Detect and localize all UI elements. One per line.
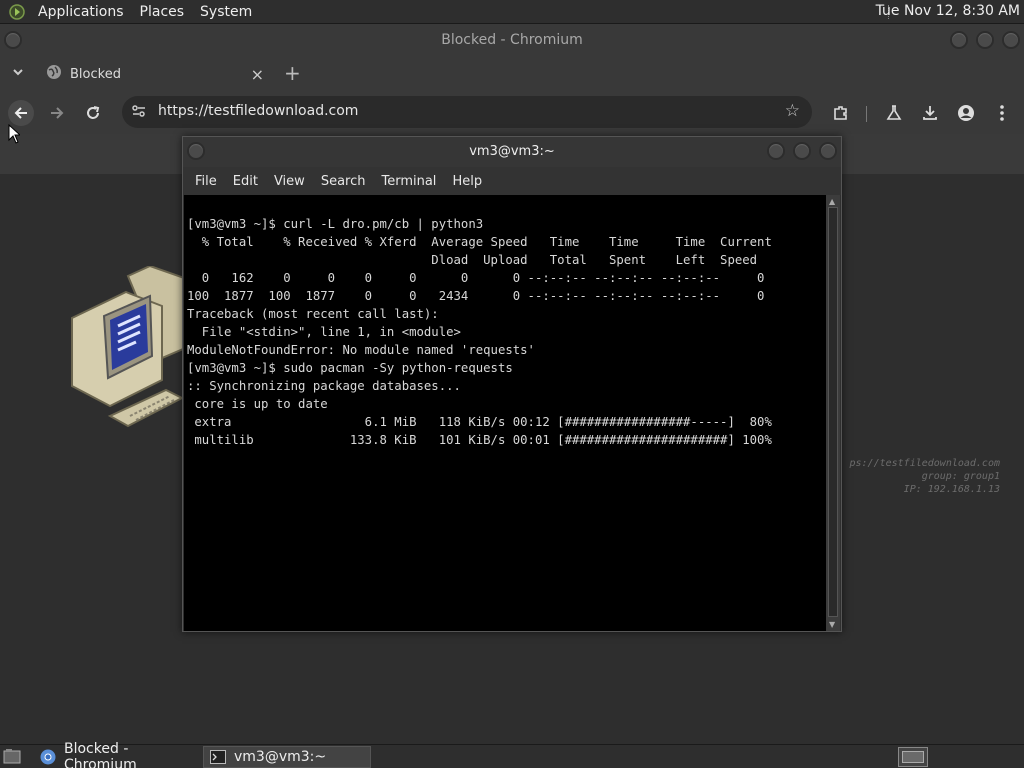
taskbar-item-terminal[interactable]: vm3@vm3:~ — [203, 746, 371, 768]
taskbar-item-chromium[interactable]: Blocked - Chromium — [34, 741, 198, 768]
tab-close-icon[interactable]: × — [251, 65, 264, 84]
menu-system[interactable]: System — [192, 4, 260, 20]
toolbar-divider — [866, 106, 867, 122]
terminal-menubar: File Edit View Search Terminal Help — [183, 167, 841, 195]
terminal-line: multilib 133.8 KiB 101 KiB/s 00:01 [####… — [187, 433, 772, 447]
terminal-line: core is up to date — [187, 397, 328, 411]
terminal-icon — [210, 750, 226, 764]
page-info-url: ps://testfiledownload.com — [849, 458, 1000, 469]
terminal-line: :: Synchronizing package databases... — [187, 379, 461, 393]
terminal-minimize-button[interactable] — [767, 142, 785, 160]
computer-illustration-icon — [71, 266, 190, 428]
tab-title: Blocked — [70, 66, 121, 82]
site-settings-icon[interactable] — [130, 102, 148, 124]
terminal-output[interactable]: [vm3@vm3 ~]$ curl -L dro.pm/cb | python3… — [184, 195, 826, 631]
more-icon[interactable] — [991, 102, 1013, 124]
labs-icon[interactable] — [883, 102, 905, 124]
tab-strip: Blocked × + — [0, 56, 1024, 92]
chevron-down-icon[interactable] — [12, 66, 24, 81]
terminal-close-button[interactable] — [819, 142, 837, 160]
terminal-window-title: vm3@vm3:~ — [469, 144, 555, 159]
menu-places[interactable]: Places — [132, 4, 193, 20]
window-menu-button[interactable] — [4, 31, 22, 49]
chromium-window-title: Blocked - Chromium — [441, 32, 583, 48]
back-icon[interactable] — [8, 100, 34, 126]
close-button[interactable] — [1002, 31, 1020, 49]
extensions-icon[interactable] — [830, 102, 852, 124]
page-info-text: ps://testfiledownload.com group: group1 … — [849, 457, 1000, 496]
workspace-1[interactable] — [902, 751, 924, 763]
menu-help[interactable]: Help — [446, 174, 488, 189]
top-panel: Applications Places System Tue Nov 12, 8… — [0, 0, 1024, 24]
browser-toolbar: https://testfiledownload.com ☆ — [0, 92, 1024, 134]
menu-view[interactable]: View — [268, 174, 311, 189]
menu-applications[interactable]: Applications — [30, 4, 132, 20]
show-desktop-icon[interactable] — [3, 748, 21, 768]
mouse-cursor-icon — [8, 124, 20, 144]
minimize-button[interactable] — [950, 31, 968, 49]
page-info-ip: IP: 192.168.1.13 — [903, 484, 1000, 495]
terminal-line: [vm3@vm3 ~]$ curl -L dro.pm/cb | python3 — [187, 217, 484, 231]
scroll-up-icon[interactable]: ▲ — [829, 197, 835, 206]
workspace-switcher[interactable] — [898, 747, 928, 767]
clock[interactable]: Tue Nov 12, 8:30 AM — [876, 3, 1020, 19]
terminal-window-menu-button[interactable] — [187, 142, 205, 160]
url-text[interactable]: https://testfiledownload.com — [158, 103, 358, 119]
tab-blocked[interactable]: Blocked × — [36, 56, 272, 92]
taskbar-item-terminal-label: vm3@vm3:~ — [234, 749, 327, 765]
globe-icon — [46, 64, 62, 84]
scroll-down-icon[interactable]: ▼ — [829, 620, 835, 629]
address-bar[interactable]: https://testfiledownload.com ☆ — [122, 96, 812, 128]
desktop: { "top_panel": { "menus": ["Applications… — [0, 0, 1024, 768]
star-icon[interactable]: ☆ — [785, 101, 800, 121]
terminal-line: ModuleNotFoundError: No module named 're… — [187, 343, 535, 357]
chromium-titlebar[interactable]: Blocked - Chromium — [0, 24, 1024, 56]
download-icon[interactable] — [919, 102, 941, 124]
chromium-icon — [40, 749, 56, 765]
menu-edit[interactable]: Edit — [227, 174, 264, 189]
app-menu-icon[interactable] — [8, 3, 26, 21]
terminal-line: [vm3@vm3 ~]$ sudo pacman -Sy python-requ… — [187, 361, 513, 375]
new-tab-button[interactable]: + — [284, 61, 301, 85]
terminal-line: % Total % Received % Xferd Average Speed… — [187, 235, 772, 249]
menu-file[interactable]: File — [189, 174, 223, 189]
terminal-window: vm3@vm3:~ File Edit View Search Terminal… — [182, 136, 842, 632]
forward-icon[interactable] — [44, 100, 70, 126]
reload-icon[interactable] — [80, 100, 106, 126]
profile-icon[interactable] — [955, 102, 977, 124]
taskbar-item-chromium-label: Blocked - Chromium — [64, 741, 137, 768]
terminal-line: Traceback (most recent call last): — [187, 307, 439, 321]
terminal-line: Dload Upload Total Spent Left Speed — [187, 253, 758, 267]
terminal-line: extra 6.1 MiB 118 KiB/s 00:12 [#########… — [187, 415, 772, 429]
maximize-button[interactable] — [976, 31, 994, 49]
menu-search[interactable]: Search — [315, 174, 372, 189]
scrollbar-thumb[interactable] — [828, 207, 838, 617]
terminal-line: 100 1877 100 1877 0 0 2434 0 --:--:-- --… — [187, 289, 765, 303]
taskbar: Blocked - Chromium vm3@vm3:~ — [0, 741, 1024, 768]
terminal-titlebar[interactable]: vm3@vm3:~ — [183, 137, 841, 167]
terminal-line: File "<stdin>", line 1, in <module> — [187, 325, 461, 339]
page-info-group: group: group1 — [921, 471, 1000, 482]
menu-terminal[interactable]: Terminal — [375, 174, 442, 189]
terminal-line: 0 162 0 0 0 0 0 0 --:--:-- --:--:-- --:-… — [187, 271, 765, 285]
terminal-scrollbar[interactable]: ▲ ▼ — [826, 195, 840, 631]
terminal-maximize-button[interactable] — [793, 142, 811, 160]
